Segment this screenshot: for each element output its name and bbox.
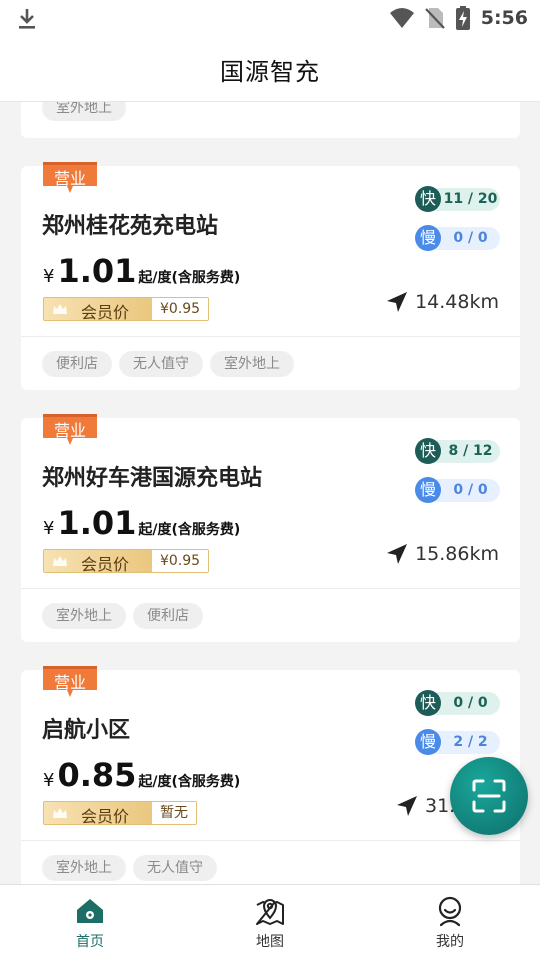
tag: 室外地上 (42, 102, 126, 121)
tab-label: 地图 (256, 934, 284, 950)
tag: 室外地上 (210, 351, 294, 377)
tab-label: 首页 (76, 934, 104, 950)
tag: 室外地上 (42, 855, 126, 881)
slow-charger-count: 0 / 0 慢 (415, 225, 500, 251)
price: ¥ 0.85 起/度(含服务费) (43, 756, 240, 794)
crown-icon (53, 304, 67, 314)
currency-symbol: ¥ (43, 266, 55, 287)
divider (21, 336, 520, 337)
download-icon (19, 9, 35, 29)
tab-profile[interactable]: 我的 (400, 895, 500, 951)
price-value: 1.01 (57, 504, 137, 542)
tag: 无人值守 (119, 351, 203, 377)
app-header: 国源智充 (0, 36, 540, 102)
price-unit: 起/度(含服务费) (138, 522, 241, 538)
station-name: 启航小区 (42, 718, 131, 743)
ribbon-label: 营业 (53, 673, 86, 692)
price-value: 0.85 (57, 756, 137, 794)
fast-charger-count: 8 / 12 快 (415, 438, 500, 464)
currency-symbol: ¥ (43, 770, 55, 791)
price: ¥ 1.01 起/度(含服务费) (43, 252, 240, 290)
scan-icon (472, 779, 506, 813)
member-price-value: 暂无 (152, 802, 196, 824)
tag: 室外地上 (42, 603, 126, 629)
fast-badge: 快 (415, 438, 441, 464)
open-ribbon: 营业 (43, 666, 97, 697)
fast-badge: 快 (415, 690, 441, 716)
tag-row: 便利店 无人值守 室外地上 (42, 351, 294, 377)
no-sim-icon (424, 8, 445, 29)
slow-badge: 慢 (415, 729, 441, 755)
battery-charging-icon (455, 6, 470, 30)
distance[interactable]: 14.48km (385, 290, 499, 314)
map-pin-icon (256, 899, 284, 925)
crown-icon (53, 808, 67, 818)
slow-charger-count: 2 / 2 慢 (415, 729, 500, 755)
wifi-icon (389, 8, 414, 28)
station-name: 郑州好车港国源充电站 (42, 466, 263, 491)
price: ¥ 1.01 起/度(含服务费) (43, 504, 240, 542)
tag: 便利店 (133, 603, 203, 629)
tag-row: 室外地上 便利店 (42, 603, 203, 629)
distance-value: 14.48km (415, 291, 499, 313)
price-unit: 起/度(含服务费) (138, 270, 241, 286)
navigation-arrow-icon[interactable] (395, 794, 419, 818)
fast-badge: 快 (415, 186, 441, 212)
member-price: 会员价 ¥0.95 (43, 297, 210, 321)
scan-button[interactable] (450, 757, 528, 835)
fast-charger-count: 11 / 20 快 (415, 186, 500, 212)
tag-row: 室外地上 无人值守 (42, 855, 217, 881)
tag: 便利店 (42, 351, 112, 377)
tab-map[interactable]: 地图 (220, 895, 320, 951)
clock: 5:56 (480, 7, 528, 29)
price-value: 1.01 (57, 252, 137, 290)
member-price: 会员价 ¥0.95 (43, 549, 210, 573)
currency-symbol: ¥ (43, 518, 55, 539)
ribbon-label: 营业 (53, 421, 86, 440)
station-card[interactable]: 营业 郑州好车港国源充电站 ¥ 1.01 起/度(含服务费) 会员价 ¥0.95… (21, 414, 520, 642)
member-price-label: 会员价 (81, 555, 130, 573)
divider (21, 840, 520, 841)
price-unit: 起/度(含服务费) (138, 774, 241, 790)
open-ribbon: 营业 (43, 414, 97, 445)
tab-home[interactable]: 首页 (40, 895, 140, 951)
member-price-label: 会员价 (81, 303, 130, 321)
station-list[interactable]: 室外地上 营业 郑州桂花苑充电站 ¥ 1.01 起/度(含服务费) 会员价 ¥0… (0, 102, 540, 884)
distance[interactable]: 15.86km (385, 542, 499, 566)
navigation-arrow-icon[interactable] (385, 542, 409, 566)
station-card[interactable]: 营业 启航小区 ¥ 0.85 起/度(含服务费) 会员价 暂无 0 / 0 快 … (21, 666, 520, 884)
navigation-arrow-icon[interactable] (385, 290, 409, 314)
slow-charger-count: 0 / 0 慢 (415, 477, 500, 503)
bottom-tab-bar: 首页 地图 我的 (0, 884, 540, 960)
page-title: 国源智充 (220, 58, 320, 86)
tab-label: 我的 (436, 934, 464, 950)
station-name: 郑州桂花苑充电站 (42, 214, 219, 239)
slow-badge: 慢 (415, 477, 441, 503)
member-price-value: ¥0.95 (152, 298, 209, 320)
slow-badge: 慢 (415, 225, 441, 251)
open-ribbon: 营业 (43, 162, 97, 193)
tag: 无人值守 (133, 855, 217, 881)
distance-value: 15.86km (415, 543, 499, 565)
station-card-partial[interactable]: 室外地上 (21, 102, 520, 138)
crown-icon (53, 556, 67, 566)
member-price-value: ¥0.95 (152, 550, 209, 572)
status-bar: 5:56 (0, 0, 540, 36)
home-icon (77, 899, 103, 923)
divider (21, 588, 520, 589)
member-price: 会员价 暂无 (43, 801, 197, 825)
profile-icon (438, 896, 462, 927)
fast-charger-count: 0 / 0 快 (415, 690, 500, 716)
station-card[interactable]: 营业 郑州桂花苑充电站 ¥ 1.01 起/度(含服务费) 会员价 ¥0.95 1… (21, 162, 520, 390)
tag-row: 室外地上 (42, 102, 126, 121)
ribbon-label: 营业 (53, 169, 86, 188)
member-price-label: 会员价 (81, 807, 130, 825)
